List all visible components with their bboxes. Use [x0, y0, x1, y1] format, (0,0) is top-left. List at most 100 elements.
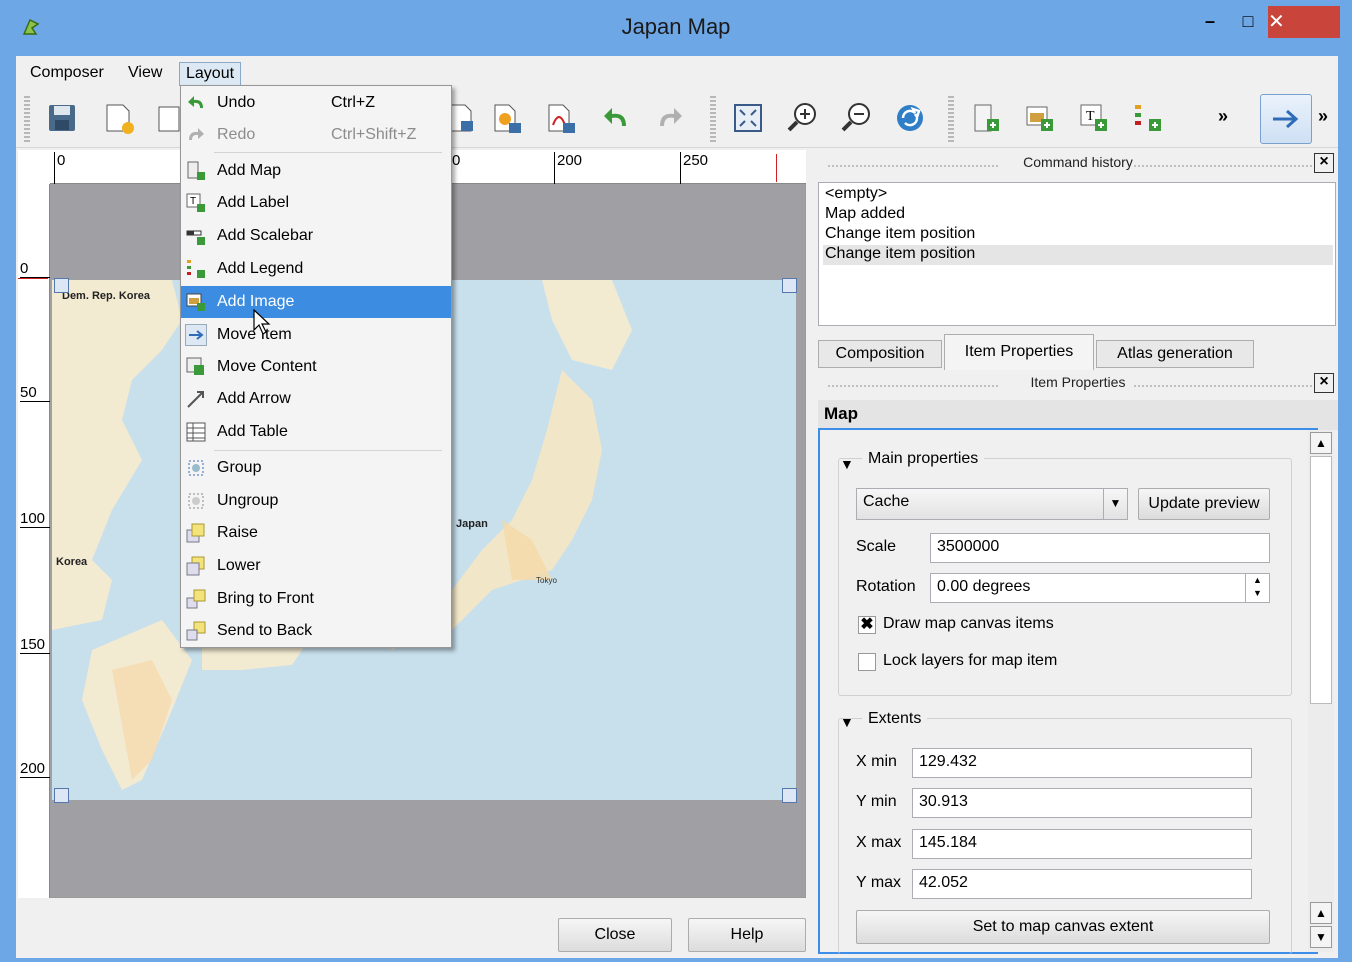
menu-item-label: Add Label	[217, 194, 290, 211]
close-window-button[interactable]: ✕	[1268, 6, 1340, 38]
refresh-icon[interactable]	[888, 96, 932, 140]
command-history-list[interactable]: <empty> Map added Change item position C…	[818, 182, 1336, 326]
rotation-label: Rotation	[856, 578, 916, 595]
draw-canvas-items-checkbox[interactable]: ✖	[858, 616, 876, 634]
scale-input[interactable]: 3500000	[930, 533, 1270, 563]
mouse-cursor-icon	[252, 308, 272, 341]
selection-handle[interactable]	[782, 278, 797, 293]
draw-canvas-items-label[interactable]: Draw map canvas items	[883, 615, 1054, 633]
set-to-map-canvas-extent-button[interactable]: Set to map canvas extent	[856, 910, 1270, 944]
add-label-icon[interactable]: T	[1072, 96, 1116, 140]
tab-atlas-generation[interactable]: Atlas generation	[1096, 340, 1254, 368]
add-arrow-icon	[185, 388, 207, 410]
history-item[interactable]: Change item position	[823, 225, 1333, 245]
extents-title[interactable]: Extents	[862, 710, 928, 728]
help-button[interactable]: Help	[688, 918, 806, 952]
menu-item-undo[interactable]: Undo Ctrl+Z	[181, 87, 451, 119]
toolbar-overflow-button-2[interactable]: »	[1318, 106, 1328, 127]
spin-arrows-icon[interactable]: ▲ ▼	[1245, 574, 1269, 602]
menu-item-add-scalebar[interactable]: Add Scalebar	[181, 220, 451, 252]
xmin-input[interactable]: 129.432	[912, 748, 1252, 778]
preview-mode-select[interactable]: Cache ▼	[856, 488, 1128, 520]
toolbar-grip[interactable]	[24, 94, 30, 142]
menu-view[interactable]: View	[122, 62, 168, 84]
close-button[interactable]: Close	[558, 918, 672, 952]
zoom-full-icon[interactable]	[726, 96, 770, 140]
ruler-tick: 50	[20, 384, 50, 402]
lock-layers-label[interactable]: Lock layers for map item	[883, 652, 1057, 670]
export-svg-icon[interactable]	[486, 96, 530, 140]
history-item-selected[interactable]: Change item position	[823, 245, 1333, 265]
preview-mode-value: Cache	[863, 493, 910, 510]
menu-item-move-content[interactable]: Move Content	[181, 351, 451, 383]
menu-item-label: Redo	[217, 126, 256, 143]
ruler-tick: 100	[20, 510, 50, 528]
add-table-icon	[185, 421, 207, 443]
menu-composer[interactable]: Composer	[24, 62, 110, 84]
menu-item-move-item[interactable]: Move Item	[181, 319, 451, 351]
menu-item-add-arrow[interactable]: Add Arrow	[181, 383, 451, 415]
collapse-triangle-icon[interactable]: ▼	[840, 714, 854, 730]
selection-handle[interactable]	[782, 788, 797, 803]
toolbar-grip[interactable]	[948, 94, 954, 142]
update-preview-button[interactable]: Update preview	[1138, 488, 1270, 520]
item-properties-header: Item Properties	[818, 374, 1338, 398]
ymax-input[interactable]: 42.052	[912, 869, 1252, 899]
add-map-icon	[185, 160, 207, 182]
minimize-button[interactable]: –	[1192, 6, 1228, 36]
lock-layers-checkbox[interactable]	[858, 653, 876, 671]
close-dock-icon[interactable]: ×	[1314, 153, 1334, 173]
redo-icon[interactable]	[648, 96, 692, 140]
tab-composition[interactable]: Composition	[818, 340, 942, 368]
xmax-input[interactable]: 145.184	[912, 829, 1252, 859]
toolbar-overflow-button[interactable]: »	[1218, 106, 1228, 127]
scroll-up-icon[interactable]: ▲	[1310, 902, 1332, 924]
scroll-up-icon[interactable]: ▲	[1310, 432, 1332, 454]
lower-icon	[185, 555, 207, 577]
menu-item-add-table[interactable]: Add Table	[181, 416, 451, 448]
menu-item-add-image[interactable]: Add Image	[181, 286, 451, 318]
scroll-down-icon[interactable]: ▼	[1310, 926, 1332, 948]
menu-item-label: Move Content	[217, 358, 317, 375]
ymin-input[interactable]: 30.913	[912, 788, 1252, 818]
add-image-icon[interactable]	[1018, 96, 1062, 140]
menu-item-ungroup[interactable]: Ungroup	[181, 485, 451, 517]
scrollbar-thumb[interactable]	[1310, 456, 1332, 704]
chevron-down-icon: ▼	[1103, 489, 1127, 519]
move-item-tool-button[interactable]	[1260, 94, 1312, 144]
menu-item-raise[interactable]: Raise	[181, 517, 451, 549]
menu-item-label: Send to Back	[217, 622, 313, 639]
menu-item-bring-to-front[interactable]: Bring to Front	[181, 583, 451, 615]
selection-handle[interactable]	[54, 788, 69, 803]
menu-item-add-map[interactable]: Add Map	[181, 155, 451, 187]
history-item[interactable]: <empty>	[823, 185, 1333, 205]
main-properties-title[interactable]: Main properties	[862, 450, 985, 468]
selection-handle[interactable]	[54, 278, 69, 293]
ruler-tick: 150	[20, 636, 50, 654]
menu-item-lower[interactable]: Lower	[181, 550, 451, 582]
zoom-out-icon[interactable]	[834, 96, 878, 140]
add-map-icon[interactable]	[964, 96, 1008, 140]
menu-item-add-legend[interactable]: Add Legend	[181, 253, 451, 285]
redo-icon	[185, 124, 207, 146]
menu-item-group[interactable]: Group	[181, 452, 451, 484]
menu-layout[interactable]: Layout	[179, 62, 242, 86]
tab-item-properties[interactable]: Item Properties	[944, 334, 1094, 370]
close-dock-icon[interactable]: ×	[1314, 373, 1334, 393]
zoom-in-icon[interactable]	[780, 96, 824, 140]
undo-icon[interactable]	[594, 96, 638, 140]
collapse-triangle-icon[interactable]: ▼	[840, 456, 854, 472]
ruler-cursor-marker	[776, 154, 777, 182]
export-pdf-icon[interactable]	[540, 96, 584, 140]
toolbar-grip[interactable]	[710, 94, 716, 142]
menu-item-add-label[interactable]: T Add Label	[181, 187, 451, 219]
add-legend-icon[interactable]	[1126, 96, 1170, 140]
group-icon	[185, 457, 207, 479]
rotation-spinbox[interactable]: 0.00 degrees ▲ ▼	[930, 573, 1270, 603]
menu-item-send-to-back[interactable]: Send to Back	[181, 615, 451, 647]
save-icon[interactable]	[40, 96, 84, 140]
new-composer-icon[interactable]	[96, 96, 140, 140]
maximize-button[interactable]: □	[1230, 6, 1266, 36]
menu-item-label: Group	[217, 459, 262, 476]
history-item[interactable]: Map added	[823, 205, 1333, 225]
